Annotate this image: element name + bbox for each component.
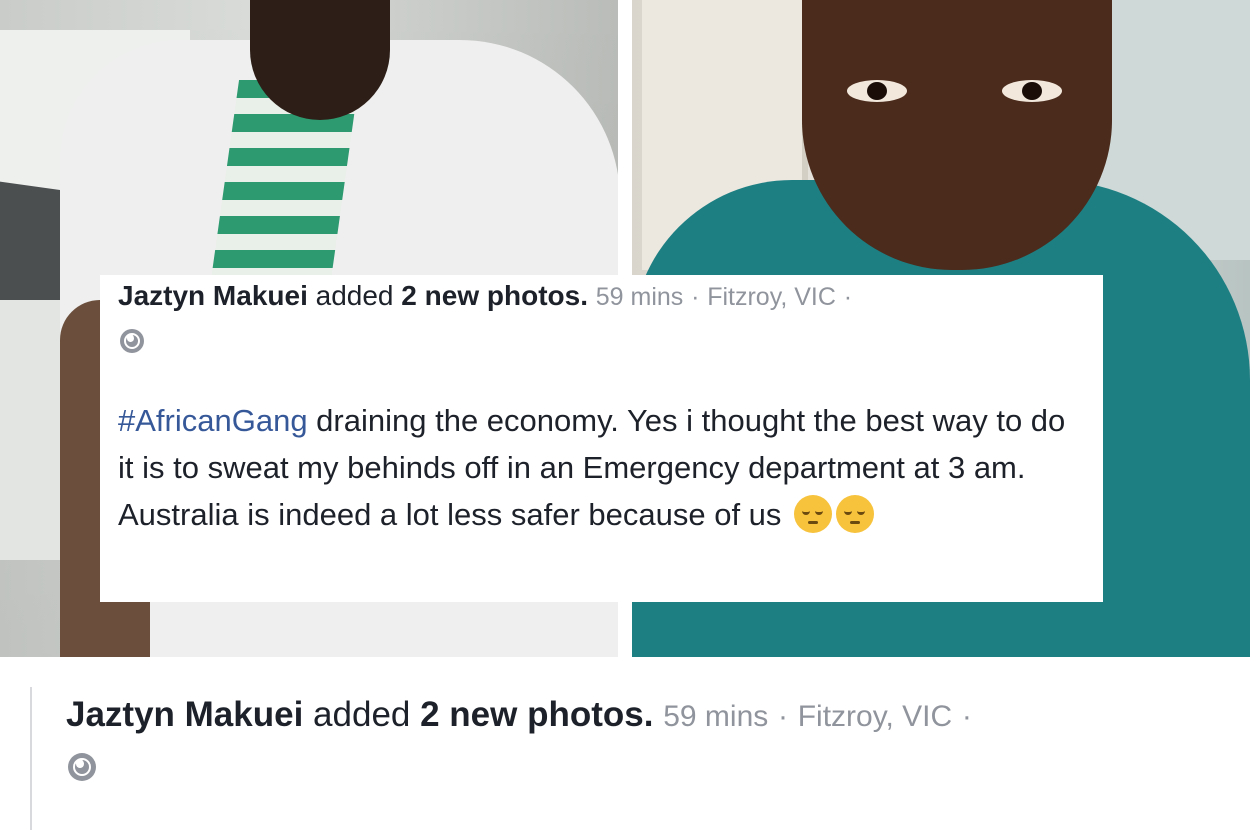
action-text: added	[315, 280, 394, 311]
meta-separator: ·	[777, 700, 788, 733]
meta-separator: ·	[691, 283, 700, 311]
post-body: #AfricanGang draining the economy. Yes i…	[118, 397, 1078, 538]
action-text: added	[313, 695, 411, 734]
meta-separator: ·	[843, 283, 853, 311]
pensive-face-icon	[794, 495, 833, 533]
post-header: Jaztyn Makuei added 2 new photos. 59 min…	[118, 279, 1098, 314]
globe-icon[interactable]	[120, 329, 144, 353]
author-name[interactable]: Jaztyn Makuei	[66, 695, 303, 734]
post-location[interactable]: Fitzroy, VIC	[798, 700, 952, 733]
hashtag-link[interactable]: #AfricanGang	[118, 403, 308, 438]
meta-separator: ·	[961, 700, 972, 733]
post-location[interactable]: Fitzroy, VIC	[707, 283, 836, 311]
action-photos-link[interactable]: 2 new photos.	[420, 695, 653, 734]
photo-eye-left	[847, 80, 907, 102]
globe-icon[interactable]	[68, 753, 96, 781]
bottom-post: Jaztyn Makuei added 2 new photos. 59 min…	[0, 657, 1250, 830]
quote-rule	[30, 687, 32, 830]
post-card-overlay: Jaztyn Makuei added 2 new photos. 59 min…	[100, 275, 1103, 602]
author-name[interactable]: Jaztyn Makuei	[118, 280, 308, 311]
photo-eye-right	[1002, 80, 1062, 102]
pensive-face-icon	[836, 495, 875, 533]
post-time[interactable]: 59 mins	[663, 700, 768, 733]
bottom-post-header: Jaztyn Makuei added 2 new photos. 59 min…	[66, 695, 972, 735]
action-photos-link[interactable]: 2 new photos.	[401, 280, 588, 311]
post-time[interactable]: 59 mins	[596, 283, 684, 311]
